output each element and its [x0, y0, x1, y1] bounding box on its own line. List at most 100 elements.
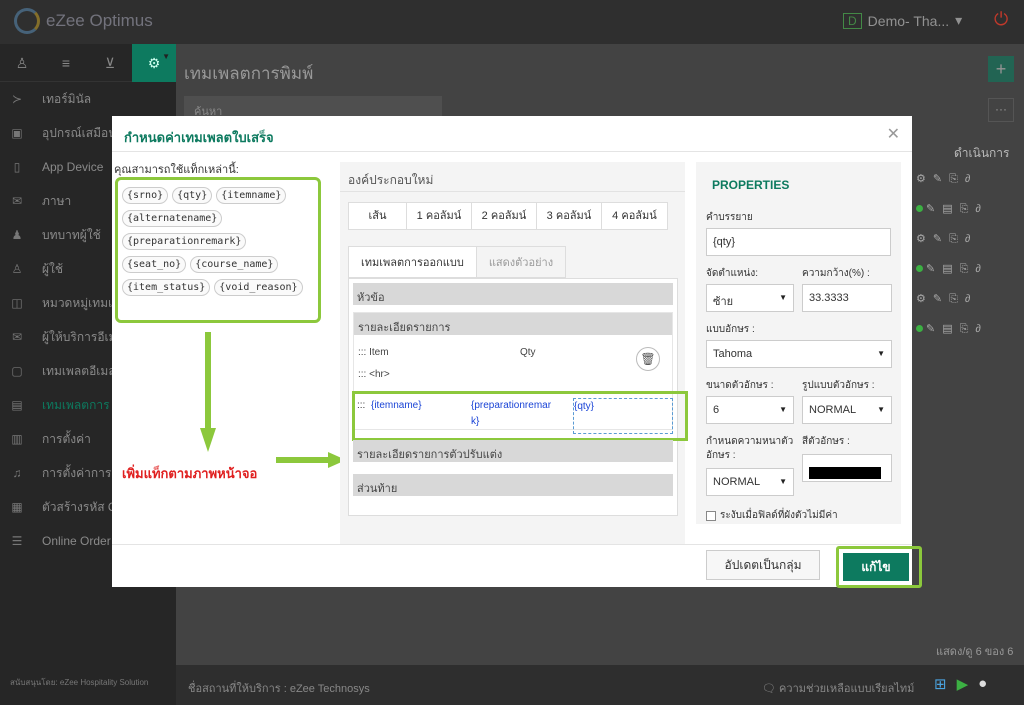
sidebar-item-label: ผู้ใช้: [42, 261, 64, 276]
tag-chip[interactable]: {item_status}: [122, 279, 211, 296]
align-label: จัดตำแหน่ง:: [706, 268, 758, 279]
caret-down-icon: ▾: [955, 12, 963, 28]
tag-chip[interactable]: {void_reason}: [214, 279, 303, 296]
sidebar-item-label: เทมเพลตอีเมล: [42, 363, 116, 378]
sidebar-item-label: การตั้งค่า: [42, 431, 91, 446]
suppress-checkbox[interactable]: ระงับเมื่อฟิลด์ที่ผังตัวไม่มีค่า: [706, 508, 838, 523]
suppress-label: ระงับเมื่อฟิลด์ที่ผังตัวไม่มีค่า: [720, 510, 838, 521]
user-icon[interactable]: ♙: [0, 44, 44, 82]
gear-icon[interactable]: ⚙: [132, 44, 176, 82]
close-icon[interactable]: ✕: [887, 124, 900, 144]
column-option[interactable]: เส้น: [349, 203, 407, 229]
edit-save-button[interactable]: แก้ไข: [843, 553, 909, 581]
add-button[interactable]: +: [988, 56, 1014, 82]
font-select[interactable]: Tahoma: [706, 340, 892, 368]
tag-chip[interactable]: {qty}: [172, 187, 213, 204]
cell-itemname[interactable]: {itemname}: [371, 398, 422, 414]
section-footer[interactable]: ส่วนท้าย: [353, 474, 673, 496]
menu-icon[interactable]: ≡: [44, 44, 88, 82]
column-option[interactable]: 1 คอลัมน์: [407, 203, 472, 229]
bulk-update-button[interactable]: อัปเดตเป็นกลุ่ม: [706, 550, 820, 580]
settings-icon: ▥: [11, 432, 23, 446]
font-color-label: สีตัวอักษร :: [802, 436, 850, 447]
app-name: eZee Optimus: [46, 11, 153, 30]
font-weight-select[interactable]: NORMAL: [706, 468, 794, 496]
font-weight-label-2: อักษร :: [706, 450, 736, 461]
sidebar-item-label: การตั้งค่าการแ: [42, 465, 120, 480]
cell-qty-selected[interactable]: {qty}: [573, 398, 673, 434]
cell-qty: {qty}: [574, 401, 595, 412]
new-element-header: องค์ประกอบใหม่: [340, 162, 685, 192]
tag-chip[interactable]: {seat_no}: [122, 256, 187, 273]
font-color-picker[interactable]: [802, 454, 892, 482]
mail-icon: ✉: [11, 330, 23, 344]
tablet-icon: ▯: [13, 160, 21, 174]
width-label: ความกว้าง(%) :: [802, 268, 870, 279]
tags-pane: คุณสามารถใช้แท็กเหล่านี้: {srno} {qty} {it…: [112, 160, 332, 323]
font-weight-label: กำหนดความหนาตัว: [706, 436, 794, 447]
font-style-label: รูปแบบตัวอักษร :: [802, 380, 875, 391]
detail-line-hr[interactable]: ::: <hr>: [358, 369, 390, 380]
role-icon: ♟: [11, 228, 23, 242]
help-link[interactable]: 🗨 ความช่วยเหลือแบบเรียลไทม์: [762, 679, 914, 697]
drag-handle-icon[interactable]: :::: [357, 398, 365, 414]
annotation-text: เพิ่มแท็กตามภาพหน้าจอ: [122, 466, 258, 481]
chat-icon: 🗨: [762, 683, 776, 695]
paging-info: แสดง/ดู 6 ของ 6: [936, 646, 1014, 658]
property-selector[interactable]: D Demo- Tha... ▾: [843, 12, 962, 29]
provider-text: ชื่อสถานที่ให้บริการ : eZee Technosys: [188, 683, 370, 695]
properties-pane: PROPERTIES คำบรรยาย {qty} จัดตำแหน่ง: คว…: [696, 162, 901, 524]
user-icon: ♙: [11, 262, 23, 276]
tag-chip[interactable]: {srno}: [122, 187, 169, 204]
checkbox-icon[interactable]: [706, 510, 716, 521]
row-actions[interactable]: ✎▤⎘∂: [916, 262, 988, 276]
row-actions[interactable]: ✎▤⎘∂: [916, 202, 988, 216]
font-style-select[interactable]: NORMAL: [802, 396, 892, 424]
row-actions[interactable]: ⚙✎⎘∂: [916, 292, 977, 306]
tag-chip[interactable]: {itemname}: [216, 187, 287, 204]
footer-bar: ชื่อสถานที่ให้บริการ : eZee Technosys 🗨 …: [176, 665, 1024, 705]
windows-icon[interactable]: ⊞: [934, 675, 947, 693]
designer-pane: องค์ประกอบใหม่ เส้น 1 คอลัมน์ 2 คอลัมน์ 3 ค…: [340, 162, 688, 544]
column-option[interactable]: 2 คอลัมน์: [472, 203, 537, 229]
more-options-button[interactable]: ···: [988, 98, 1014, 122]
cell-preparationremark-wrap: k}: [471, 416, 480, 427]
trash-icon[interactable]: 🗑: [636, 347, 660, 371]
cell-preparationremark[interactable]: {preparationremar: [471, 398, 551, 414]
cart-icon[interactable]: ⊻: [88, 44, 132, 82]
font-size-select[interactable]: 6: [706, 396, 794, 424]
section-detail-title[interactable]: รายละเอียดรายการ: [354, 313, 672, 335]
column-option[interactable]: 3 คอลัมน์: [537, 203, 602, 229]
width-input[interactable]: 33.3333: [802, 284, 892, 312]
qr-icon: ▦: [11, 500, 23, 514]
row-actions[interactable]: ⚙✎⎘∂: [916, 172, 977, 186]
sidebar-item-label: หมวดหมู่เทมเ: [42, 295, 113, 310]
sidebar-item-label: ตัวสร้างรหัส Q: [42, 499, 118, 514]
sidebar-item[interactable]: ≻ เทอร์มินัล: [0, 82, 176, 116]
detail-line-item[interactable]: ::: Item: [358, 347, 389, 358]
play-store-icon[interactable]: ▶: [957, 675, 969, 693]
row-actions[interactable]: ✎▤⎘∂: [916, 322, 988, 336]
tab-preview[interactable]: แสดงตัวอย่าง: [476, 246, 567, 278]
column-option[interactable]: 4 คอลัมน์: [602, 203, 667, 229]
power-icon[interactable]: ⏻: [994, 9, 1008, 30]
sponsor-text: สนับสนุนโดย: eZee Hospitality Solution: [10, 678, 149, 687]
print-template-icon: ▤: [11, 398, 23, 412]
font-size-label: ขนาดตัวอักษร :: [706, 380, 774, 391]
property-name: Demo- Tha...: [867, 12, 950, 29]
sidebar-item-label: บทบาทผู้ใช้: [42, 227, 101, 242]
description-input[interactable]: {qty}: [706, 228, 891, 256]
item-tags-row[interactable]: ::: {itemname} {preparationremar k} {qty…: [352, 391, 688, 441]
tag-chip[interactable]: {preparationremark}: [122, 233, 247, 250]
row-actions[interactable]: ⚙✎⎘∂: [916, 232, 977, 246]
align-select[interactable]: ซ้าย: [706, 284, 794, 312]
column-options: เส้น 1 คอลัมน์ 2 คอลัมน์ 3 คอลัมน์ 4 คอลัมน์: [348, 202, 668, 230]
color-swatch: [809, 467, 881, 479]
section-header[interactable]: หัวข้อ: [353, 283, 673, 305]
apple-icon[interactable]: ●: [978, 675, 987, 693]
tab-design-template[interactable]: เทมเพลตการออกแบบ: [348, 246, 477, 278]
section-modifier-detail[interactable]: รายละเอียดรายการตัวปรับแต่ง: [353, 440, 673, 462]
tag-chip[interactable]: {course_name}: [190, 256, 279, 273]
tag-chip[interactable]: {alternatename}: [122, 210, 223, 227]
detail-line-qty: Qty: [520, 347, 536, 358]
